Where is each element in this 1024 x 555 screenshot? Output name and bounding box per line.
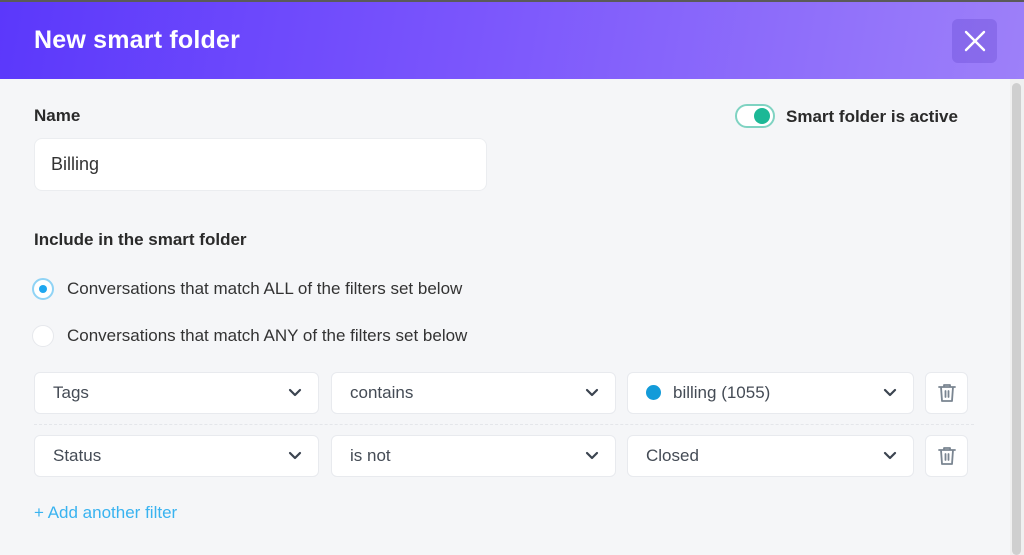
dialog-title: New smart folder	[34, 26, 241, 54]
chevron-down-icon	[585, 451, 599, 460]
add-filter-link[interactable]: + Add another filter	[34, 503, 177, 523]
active-toggle-label: Smart folder is active	[786, 107, 958, 126]
chevron-down-icon	[883, 451, 897, 460]
chevron-down-icon	[883, 388, 897, 397]
filter-1-operator-value: contains	[350, 383, 414, 402]
scrollbar-thumb[interactable]	[1012, 83, 1021, 555]
filter-2-field-select[interactable]: Status	[34, 435, 319, 477]
include-label: Include in the smart folder	[34, 230, 247, 249]
filter-2-operator-select[interactable]: is not	[331, 435, 616, 477]
filter-2-delete-button[interactable]	[925, 435, 968, 477]
match-all-label: Conversations that match ALL of the filt…	[67, 279, 463, 298]
filter-1-value-select[interactable]: billing (1055)	[627, 372, 914, 414]
tag-color-dot	[646, 384, 661, 400]
chevron-down-icon	[288, 451, 302, 460]
dialog-header: New smart folder	[0, 2, 1024, 79]
filter-1-field-value: Tags	[53, 383, 89, 402]
filter-2-value-select[interactable]: Closed	[627, 435, 914, 477]
trash-icon	[937, 384, 956, 402]
filter-1-delete-button[interactable]	[925, 372, 968, 414]
filter-divider	[34, 424, 974, 425]
name-input[interactable]	[34, 138, 487, 191]
chevron-down-icon	[288, 388, 302, 397]
match-all-option[interactable]: Conversations that match ALL of the filt…	[32, 278, 462, 300]
filter-2-value: Closed	[646, 446, 699, 465]
chevron-down-icon	[585, 388, 599, 397]
filter-1-value: billing (1055)	[673, 383, 771, 402]
match-all-radio[interactable]	[32, 278, 54, 300]
filter-2-operator-value: is not	[350, 446, 391, 465]
filter-2-field-value: Status	[53, 446, 102, 465]
match-any-radio[interactable]	[32, 325, 54, 347]
match-any-option[interactable]: Conversations that match ANY of the filt…	[32, 325, 467, 347]
close-button[interactable]	[952, 19, 997, 63]
close-icon	[964, 30, 985, 52]
toggle-knob	[754, 108, 770, 124]
filter-1-field-select[interactable]: Tags	[34, 372, 319, 414]
trash-icon	[937, 447, 956, 465]
match-any-label: Conversations that match ANY of the filt…	[67, 326, 468, 345]
name-label: Name	[34, 106, 81, 125]
active-toggle[interactable]	[735, 104, 775, 128]
filter-1-operator-select[interactable]: contains	[331, 372, 616, 414]
